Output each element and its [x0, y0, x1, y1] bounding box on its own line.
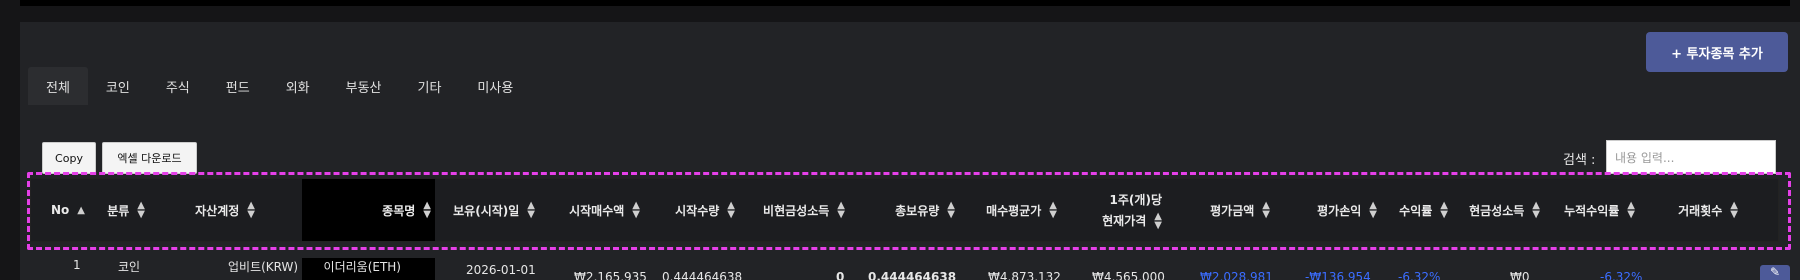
search-input[interactable]: 내용 입력...	[1606, 140, 1776, 174]
cell-cum-return: -6.32%	[1600, 270, 1643, 280]
tab-forex[interactable]: 외화	[268, 67, 328, 105]
top-strip	[20, 0, 1790, 6]
header-highlight-box	[27, 172, 1791, 250]
tab-all[interactable]: 전체	[28, 67, 88, 105]
cell-current-price: ₩4,565,000	[1092, 270, 1165, 280]
tab-real-estate[interactable]: 부동산	[328, 67, 400, 105]
top-bar	[0, 0, 1800, 22]
pencil-icon: ✎	[1769, 265, 1781, 279]
edit-row-button[interactable]: ✎	[1760, 265, 1790, 280]
cell-start-amount: ₩2,165,935	[574, 270, 647, 280]
tab-unused[interactable]: 미사용	[459, 67, 531, 105]
cell-avg-price: ₩4,873,132	[988, 270, 1061, 280]
cell-eval-pnl: -₩136,954	[1305, 270, 1371, 280]
tab-fund[interactable]: 펀드	[208, 67, 268, 105]
tab-other[interactable]: 기타	[400, 67, 460, 105]
cell-total-qty: 0.444464638	[868, 270, 957, 280]
cell-start-qty: 0.444464638	[662, 270, 743, 280]
table-row[interactable]: 1 코인 업비트(KRW) 이더리움(ETH) 2026-01-01 ₩2,16…	[0, 258, 1800, 280]
category-tabs: 전체 코인 주식 펀드 외화 부동산 기타 미사용	[28, 67, 531, 105]
search-label: 검색 :	[1563, 153, 1596, 168]
add-investment-button[interactable]: + 투자종목 추가	[1646, 32, 1788, 72]
tab-coin[interactable]: 코인	[88, 67, 148, 105]
cell-name: 이더리움(ETH)	[302, 258, 435, 280]
cell-eval-amount: ₩2,028,981	[1200, 270, 1273, 280]
cell-category: 코인	[118, 260, 141, 274]
cell-noncash-income: 0	[836, 270, 845, 280]
copy-button[interactable]: Copy	[42, 142, 96, 174]
cell-cash-income: ₩0	[1510, 270, 1530, 280]
search-placeholder: 내용 입력...	[1615, 150, 1675, 165]
cell-account: 업비트(KRW)	[228, 260, 299, 274]
cell-no: 1	[73, 258, 81, 272]
cell-start-date: 2026-01-01	[466, 263, 536, 277]
cell-return-rate: -6.32%	[1398, 270, 1441, 280]
excel-download-button[interactable]: 엑셀 다운로드	[102, 142, 197, 174]
tab-stock[interactable]: 주식	[148, 67, 208, 105]
